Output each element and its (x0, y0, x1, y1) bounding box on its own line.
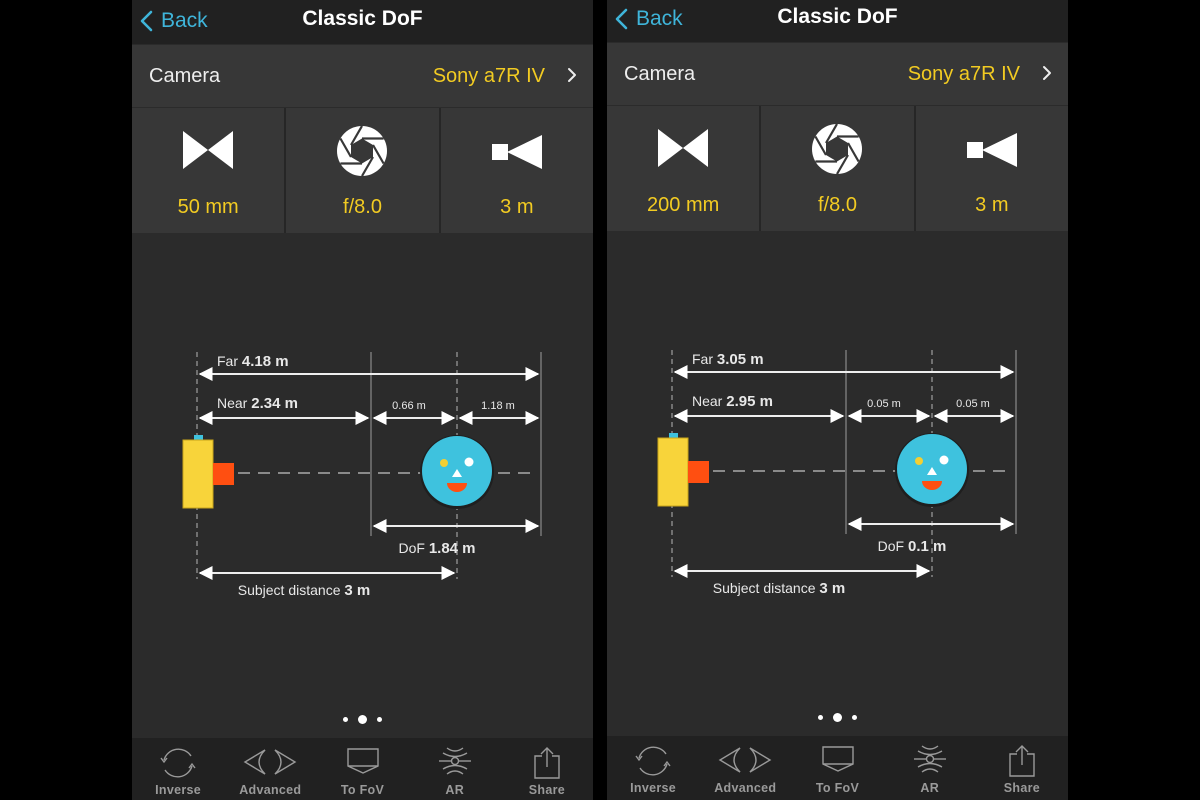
front-dof-label: 0.66 m (392, 400, 426, 412)
page-indicator (132, 712, 593, 726)
to-fov-label: To FoV (815, 781, 860, 795)
rear-dof-label: 1.18 m (481, 400, 515, 412)
aperture-icon (812, 124, 863, 174)
subject-distance-value: 3 m (500, 196, 534, 218)
share-tab[interactable]: Share (976, 736, 1068, 800)
to-fov-tab[interactable]: To FoV (791, 736, 883, 800)
advanced-icon (243, 749, 297, 775)
front-dof-label: 0.05 m (867, 398, 901, 410)
page-dot[interactable] (818, 714, 823, 720)
inverse-label: Inverse (155, 783, 202, 797)
focal-length-icon (183, 131, 234, 169)
ar-label: AR (445, 783, 465, 797)
page-dot[interactable] (852, 714, 857, 720)
aperture-value: f/8.0 (818, 194, 857, 216)
chevron-left-icon (615, 8, 628, 30)
to-fov-label: To FoV (340, 783, 385, 797)
navigation-bar: Back Classic DoF (132, 0, 593, 44)
bottom-toolbar: Inverse Advanced To FoV AR Share (607, 736, 1068, 800)
focal-length-tile[interactable]: 50 mm (132, 108, 285, 233)
subject-face (895, 433, 969, 507)
camera-label: Camera (624, 63, 696, 85)
to-fov-icon (821, 746, 854, 772)
to-fov-icon (346, 748, 379, 774)
subject-distance-label: Subject distance 3 m (238, 582, 370, 599)
parameter-tiles: 50 mm f/8.0 3 m (132, 108, 593, 233)
advanced-label: Advanced (239, 783, 302, 797)
near-label: Near 2.34 m (217, 395, 298, 412)
subject-distance-icon (491, 135, 542, 169)
far-label: Far 4.18 m (217, 353, 289, 370)
back-button[interactable]: Back (140, 6, 208, 36)
share-icon (1009, 745, 1035, 777)
inverse-icon (635, 746, 671, 776)
ar-tab[interactable]: AR (409, 738, 501, 800)
inverse-tab[interactable]: Inverse (607, 736, 699, 800)
focal-length-value: 50 mm (177, 196, 239, 218)
far-label: Far 3.05 m (692, 351, 764, 368)
subject-distance-icon (966, 133, 1017, 167)
page-dot[interactable] (343, 716, 348, 722)
camera-value: Sony a7R IV (907, 63, 1020, 85)
share-tab[interactable]: Share (501, 738, 593, 800)
inverse-label: Inverse (630, 781, 677, 795)
back-label: Back (161, 9, 208, 32)
ar-tab[interactable]: AR (884, 736, 976, 800)
inverse-icon (160, 748, 196, 778)
screen-left: Back Classic DoF Camera Sony a7R IV 50 m… (132, 0, 593, 800)
ar-label: AR (920, 781, 940, 795)
subject-distance-label: Subject distance 3 m (713, 580, 845, 597)
ar-icon (913, 745, 946, 773)
back-label: Back (636, 7, 683, 30)
navigation-bar: Back Classic DoF (607, 0, 1068, 42)
subject-distance-tile[interactable]: 3 m (913, 106, 1068, 231)
inverse-tab[interactable]: Inverse (132, 738, 224, 800)
aperture-tile[interactable]: f/8.0 (759, 106, 914, 231)
subject-face (420, 435, 494, 509)
focal-length-icon (658, 129, 709, 167)
share-label: Share (1003, 781, 1041, 795)
page-indicator (607, 710, 1068, 724)
share-label: Share (528, 783, 566, 797)
chevron-right-icon (568, 68, 576, 82)
advanced-icon (718, 747, 772, 773)
page-dot[interactable] (833, 712, 842, 722)
dof-label: DoF 0.1 m (878, 538, 947, 555)
camera-selector-row[interactable]: Camera Sony a7R IV (607, 43, 1068, 105)
to-fov-tab[interactable]: To FoV (316, 738, 408, 800)
rear-dof-label: 0.05 m (956, 398, 990, 410)
advanced-tab[interactable]: Advanced (699, 736, 791, 800)
near-label: Near 2.95 m (692, 393, 773, 410)
aperture-value: f/8.0 (343, 196, 382, 218)
page-dot[interactable] (358, 714, 367, 724)
aperture-tile[interactable]: f/8.0 (284, 108, 439, 233)
subject-distance-value: 3 m (975, 194, 1009, 216)
screen-right: Back Classic DoF Camera Sony a7R IV 200 … (607, 0, 1068, 800)
chevron-right-icon (1043, 66, 1051, 80)
advanced-label: Advanced (714, 781, 777, 795)
dof-diagram: Far 3.05 m Near 2.95 m 0.05 m 0.05 m DoF… (607, 232, 1068, 702)
parameter-tiles: 200 mm f/8.0 3 m (607, 106, 1068, 231)
camera-label: Camera (149, 65, 221, 87)
subject-distance-tile[interactable]: 3 m (438, 108, 593, 233)
bottom-toolbar: Inverse Advanced To FoV AR Share (132, 738, 593, 800)
camera-value: Sony a7R IV (432, 65, 545, 87)
camera-selector-row[interactable]: Camera Sony a7R IV (132, 45, 593, 107)
back-button[interactable]: Back (615, 4, 683, 34)
focal-length-value: 200 mm (647, 194, 720, 216)
page-dot[interactable] (377, 716, 382, 722)
ar-icon (438, 747, 471, 775)
camera-figure (657, 433, 709, 507)
chevron-left-icon (140, 10, 153, 32)
dof-label: DoF 1.84 m (398, 540, 475, 557)
aperture-icon (337, 126, 388, 176)
focal-length-tile[interactable]: 200 mm (607, 106, 760, 231)
advanced-tab[interactable]: Advanced (224, 738, 316, 800)
camera-figure (182, 435, 234, 509)
dof-diagram: Far 4.18 m Near 2.34 m 0.66 m 1.18 m DoF… (132, 234, 593, 704)
share-icon (534, 747, 560, 779)
